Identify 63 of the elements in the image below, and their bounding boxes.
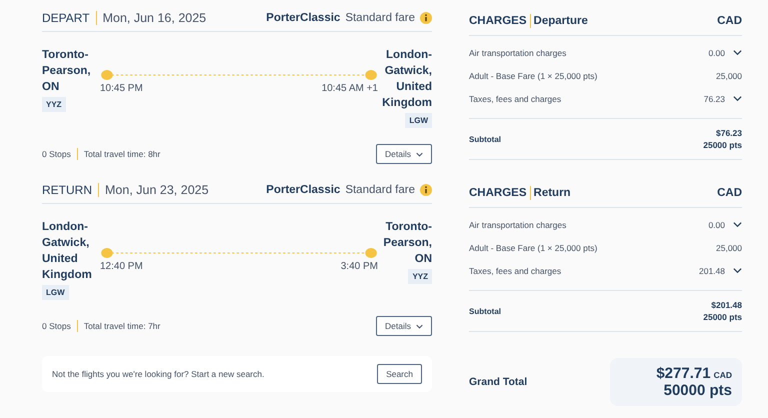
charges-title: CHARGES (469, 14, 531, 28)
travel-time: Total travel time: 7hr (82, 320, 162, 332)
airport-code: YYZ (408, 269, 432, 284)
subtotal-label: Subtotal (469, 306, 501, 316)
grand-total-label: Grand Total (469, 376, 528, 388)
details-button[interactable]: Details (376, 316, 432, 336)
info-icon[interactable] (420, 12, 432, 24)
subtotal-amount: $76.23 (716, 127, 742, 139)
charge-value: 201.48 (699, 266, 725, 276)
subtotal-points: 25000 pts (703, 311, 742, 323)
flight-date: Mon, Jun 23, 2025 (104, 182, 209, 196)
departure-time: 10:45 PM (100, 83, 143, 94)
details-button[interactable]: Details (376, 144, 432, 164)
charges-title: CHARGES (469, 186, 531, 200)
arrival-time: 10:45 AM +1 (322, 83, 378, 94)
direction-label: RETURN (42, 182, 99, 196)
grand-total-amount: $277.71 (656, 365, 711, 382)
subtotal-label: Subtotal (469, 134, 501, 144)
charge-label: Adult - Base Fare (1 × 25,000 pts) (469, 70, 598, 80)
travel-time: Total travel time: 8hr (82, 148, 162, 160)
chevron-down-icon (416, 322, 423, 330)
origin-city: Toronto-Pearson, ON (42, 48, 92, 95)
charge-value: 0.00 (708, 220, 725, 230)
fare-type: Standard fare (345, 184, 415, 196)
destination-city: Toronto-Pearson, ON (382, 220, 432, 267)
charge-label: Taxes, fees and charges (469, 266, 562, 276)
chevron-down-icon (416, 150, 423, 158)
search-button[interactable]: Search (377, 364, 422, 384)
departure-time: 12:40 PM (100, 261, 143, 272)
stops-count: 0 Stops (42, 148, 78, 160)
currency-label: CAD (717, 14, 742, 28)
new-search-prompt: Not the flights you we're looking for? Start a new search. (52, 369, 264, 379)
airport-code: LGW (42, 285, 69, 300)
flight-date: Mon, Jun 16, 2025 (102, 10, 206, 24)
currency-label: CAD (717, 186, 742, 200)
info-icon[interactable] (420, 184, 432, 196)
fare-brand: PorterClassic (266, 184, 340, 196)
charge-value: 0.00 (708, 48, 725, 58)
charge-value: 25,000 (716, 242, 742, 252)
charge-label: Taxes, fees and charges (469, 94, 562, 104)
fare-brand: PorterClassic (266, 12, 340, 24)
airport-code: LGW (405, 113, 432, 128)
chevron-down-icon[interactable] (733, 94, 742, 103)
chevron-down-icon[interactable] (733, 48, 742, 57)
charge-value: 76.23 (704, 94, 725, 104)
charge-label: Adult - Base Fare (1 × 25,000 pts) (469, 242, 598, 252)
charge-label: Air transportation charges (469, 48, 566, 58)
arrival-time: 3:40 PM (340, 261, 378, 272)
subtotal-points: 25000 pts (703, 139, 742, 151)
charges-leg: Return (532, 186, 571, 198)
charge-label: Air transportation charges (469, 220, 566, 230)
chevron-down-icon[interactable] (733, 266, 742, 275)
charge-value: 25,000 (716, 70, 742, 80)
stops-count: 0 Stops (42, 320, 78, 332)
charges-leg: Departure (532, 14, 588, 26)
airport-code: YYZ (42, 97, 66, 112)
grand-total-currency: CAD (714, 370, 732, 380)
direction-label: DEPART (42, 10, 97, 24)
grand-total-points: 50000 pts (664, 382, 732, 399)
subtotal-amount: $201.48 (711, 299, 742, 311)
chevron-down-icon[interactable] (733, 220, 742, 229)
fare-type: Standard fare (345, 12, 415, 24)
origin-city: London-Gatwick, United Kingdom (42, 220, 92, 283)
